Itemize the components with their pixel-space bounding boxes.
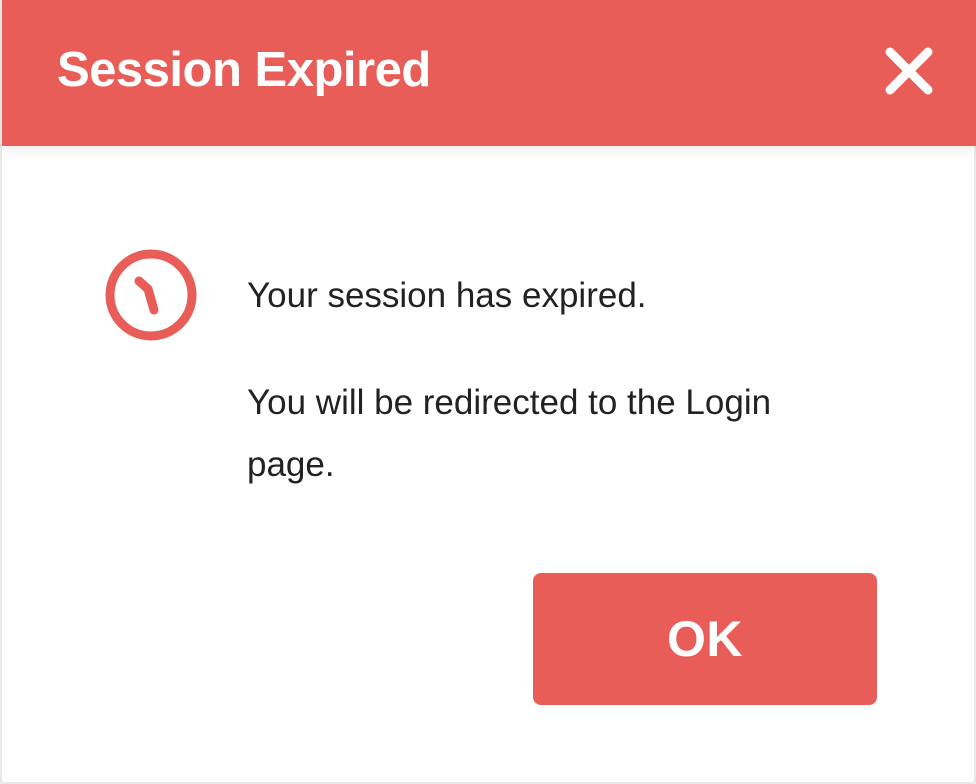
ok-button[interactable]: OK bbox=[533, 573, 877, 705]
close-button[interactable] bbox=[882, 44, 936, 98]
session-expired-message: Your session has expired. bbox=[247, 276, 647, 315]
dialog-header: Session Expired bbox=[2, 0, 976, 146]
redirect-message: You will be redirected to the Login page… bbox=[247, 383, 772, 484]
session-expired-dialog: Session Expired Your session has expired… bbox=[0, 0, 976, 784]
dialog-title: Session Expired bbox=[57, 43, 431, 97]
close-icon bbox=[885, 47, 933, 95]
clock-icon bbox=[105, 249, 197, 341]
